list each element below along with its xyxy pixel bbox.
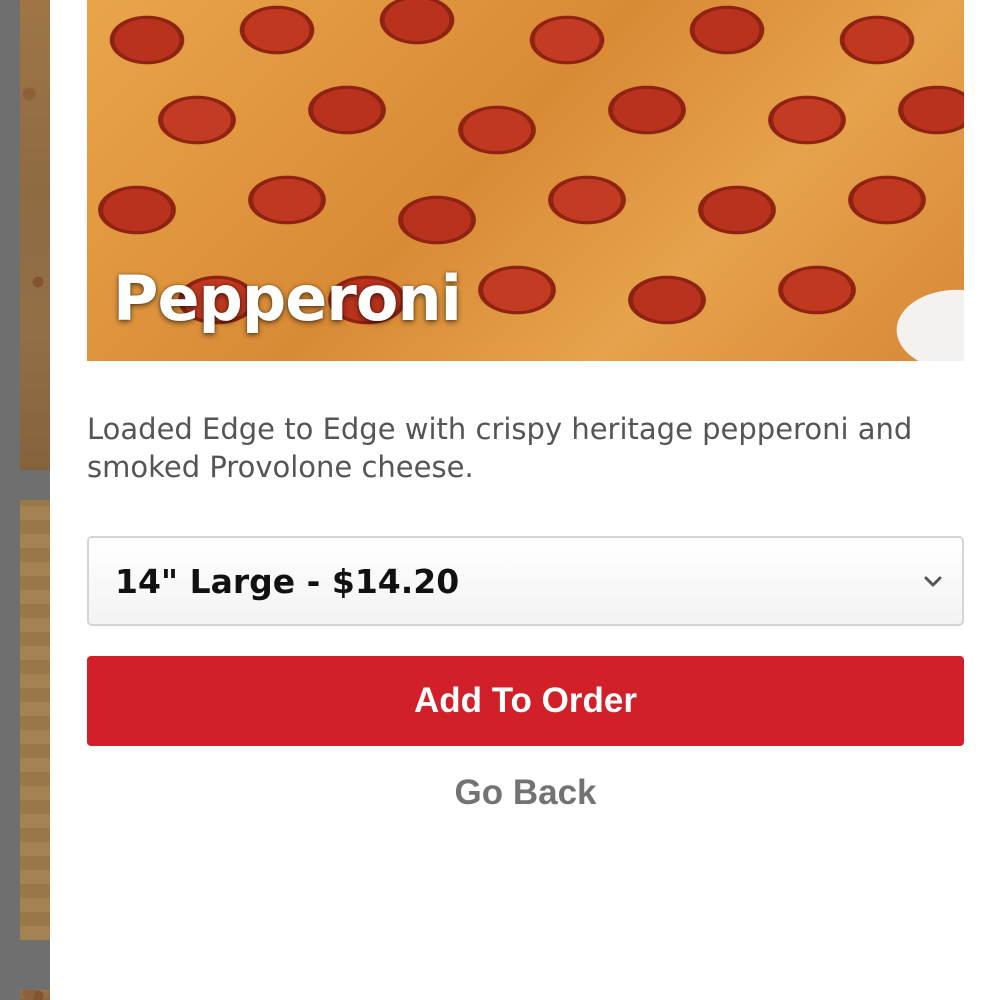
go-back-link[interactable]: Go Back [87, 766, 964, 820]
size-select-value: 14" Large - $14.20 [115, 561, 460, 601]
chevron-down-icon [924, 576, 942, 587]
product-title: Pepperoni [113, 262, 462, 335]
background-menu-overlay[interactable] [0, 0, 50, 1000]
product-modal: Pepperoni Loaded Edge to Edge with crisp… [50, 0, 1000, 1000]
size-select[interactable]: 14" Large - $14.20 [87, 536, 964, 626]
product-description: Loaded Edge to Edge with crispy heritage… [87, 412, 913, 484]
product-image: Pepperoni [87, 0, 964, 361]
add-to-order-label: Add To Order [414, 681, 637, 720]
add-to-order-button[interactable]: Add To Order [87, 656, 964, 746]
background-menu-item-image [20, 990, 50, 1000]
screen: Pepperoni Loaded Edge to Edge with crisp… [0, 0, 1000, 1000]
background-menu-item-image [20, 0, 50, 470]
background-menu-item-image [20, 500, 50, 940]
